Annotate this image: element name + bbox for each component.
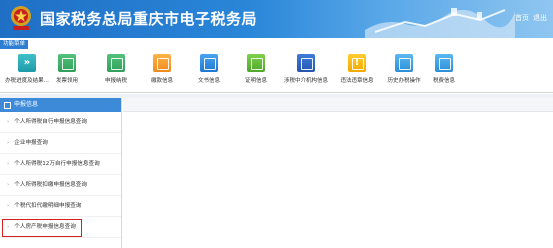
tool-agency[interactable]: 涉税中介机构信息 — [282, 52, 330, 90]
agency-icon — [297, 54, 315, 72]
tool-document[interactable]: 文书信息 — [185, 52, 233, 90]
main-content — [123, 98, 553, 248]
tax-filing-icon — [107, 54, 125, 72]
violation-icon: ! — [348, 54, 366, 72]
top-links: 首页 退出 — [515, 13, 547, 23]
invoice-icon — [58, 54, 76, 72]
tool-tax-fee[interactable]: 税费信息 — [420, 52, 468, 90]
history-icon — [395, 54, 413, 72]
sidebar-header[interactable]: 申报信息 — [0, 98, 121, 112]
tool-violation[interactable]: ! 违法违章信息 — [333, 52, 381, 90]
sidebar-item-iit-self-filing[interactable]: › 个人所得税自行申报信息查询 — [0, 112, 121, 133]
great-wall-illustration — [365, 8, 515, 38]
chevron-right-icon: › — [7, 203, 10, 209]
chevron-right-icon: › — [7, 119, 10, 125]
tool-payment[interactable]: 缴款信息 — [138, 52, 186, 90]
payment-icon — [153, 54, 171, 72]
chevron-right-icon: › — [7, 161, 10, 167]
function-menu-label: 功能菜单 — [0, 40, 29, 49]
national-emblem-icon — [11, 6, 31, 30]
sidebar-item-enterprise-filing[interactable]: › 企业申报查询 — [0, 133, 121, 154]
function-toolbar: » 办税进度及结果... 发票领用 申报纳税 缴款信息 文书信息 证明信息 涉税… — [0, 49, 553, 93]
tool-invoice[interactable]: 发票领用 — [43, 52, 91, 90]
content-tab-strip — [123, 98, 553, 112]
site-title: 国家税务总局重庆市电子税务局 — [40, 10, 258, 28]
sidebar-item-iit-120k-filing[interactable]: › 个人所得税12万自行申报信息查询 — [0, 154, 121, 175]
sidebar-header-label: 申报信息 — [14, 101, 39, 108]
logout-link[interactable]: 退出 — [533, 13, 547, 23]
sidebar: 申报信息 › 个人所得税自行申报信息查询 › 企业申报查询 › 个人所得税12万自行申… — [0, 98, 122, 248]
tool-certificate[interactable]: 证明信息 — [232, 52, 280, 90]
sidebar-item-property-tax[interactable]: › 个人房产税申报信息查询 — [0, 217, 121, 238]
tool-tax-filing[interactable]: 申报纳税 — [92, 52, 140, 90]
home-link[interactable]: 首页 — [515, 13, 529, 23]
certificate-icon — [247, 54, 265, 72]
chevron-right-icon: › — [7, 224, 10, 230]
tax-fee-icon — [435, 54, 453, 72]
document-icon — [200, 54, 218, 72]
list-icon — [4, 101, 11, 109]
sidebar-item-withholding-detail[interactable]: › 个税代扣代缴明细申报查询 — [0, 196, 121, 217]
site-banner: 国家税务总局重庆市电子税务局 首页 退出 — [0, 0, 553, 38]
sidebar-item-iit-withholding[interactable]: › 个人所得税扣缴申报信息查询 — [0, 175, 121, 196]
chevron-right-icon: › — [7, 182, 10, 188]
chevron-right-icon: › — [7, 140, 10, 146]
fast-forward-icon: » — [18, 54, 36, 72]
